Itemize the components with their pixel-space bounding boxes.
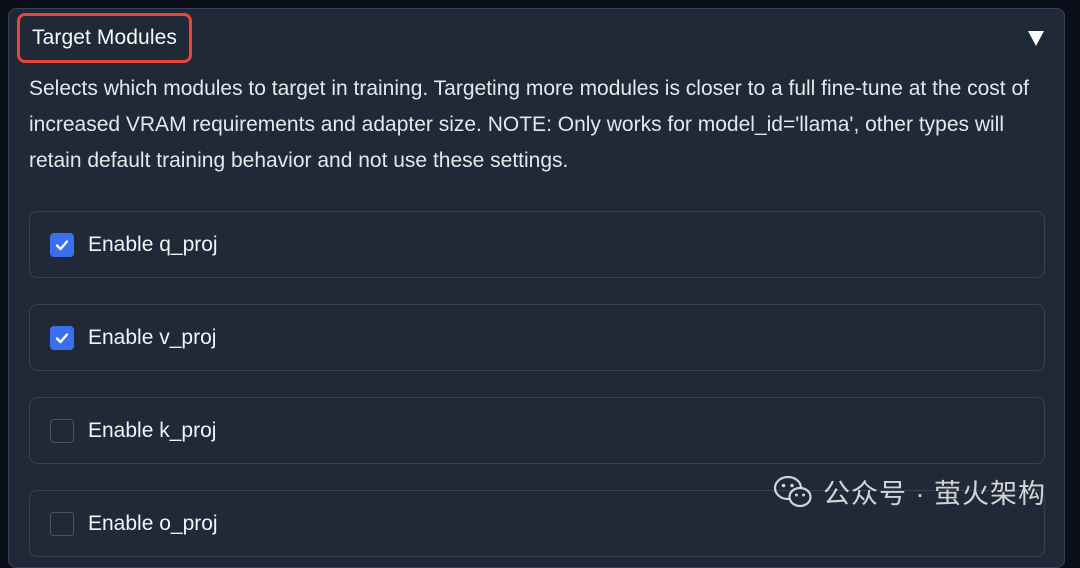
watermark-text: 公众号 · 萤火架构 <box>823 479 1046 509</box>
section-title[interactable]: Target Modules <box>17 13 192 63</box>
option-k-proj[interactable]: Enable k_proj <box>29 397 1045 464</box>
triangle-down-icon[interactable] <box>1028 31 1044 46</box>
k-proj-checkbox[interactable] <box>50 418 74 443</box>
option-q-proj[interactable]: Enable q_proj <box>29 211 1045 278</box>
watermark: 公众号 · 萤火架构 <box>773 472 1046 511</box>
v-proj-label: Enable v_proj <box>88 325 217 349</box>
v-proj-checkbox[interactable] <box>50 325 74 350</box>
checkmark-icon <box>55 332 69 343</box>
o-proj-label: Enable o_proj <box>88 511 218 535</box>
wechat-icon <box>773 475 812 507</box>
o-proj-checkbox[interactable] <box>50 511 74 536</box>
q-proj-label: Enable q_proj <box>88 232 218 256</box>
k-proj-label: Enable k_proj <box>88 418 217 442</box>
checkmark-icon <box>55 239 69 250</box>
q-proj-checkbox[interactable] <box>50 232 74 257</box>
option-v-proj[interactable]: Enable v_proj <box>29 304 1045 371</box>
section-description: Selects which modules to target in train… <box>29 77 1029 172</box>
